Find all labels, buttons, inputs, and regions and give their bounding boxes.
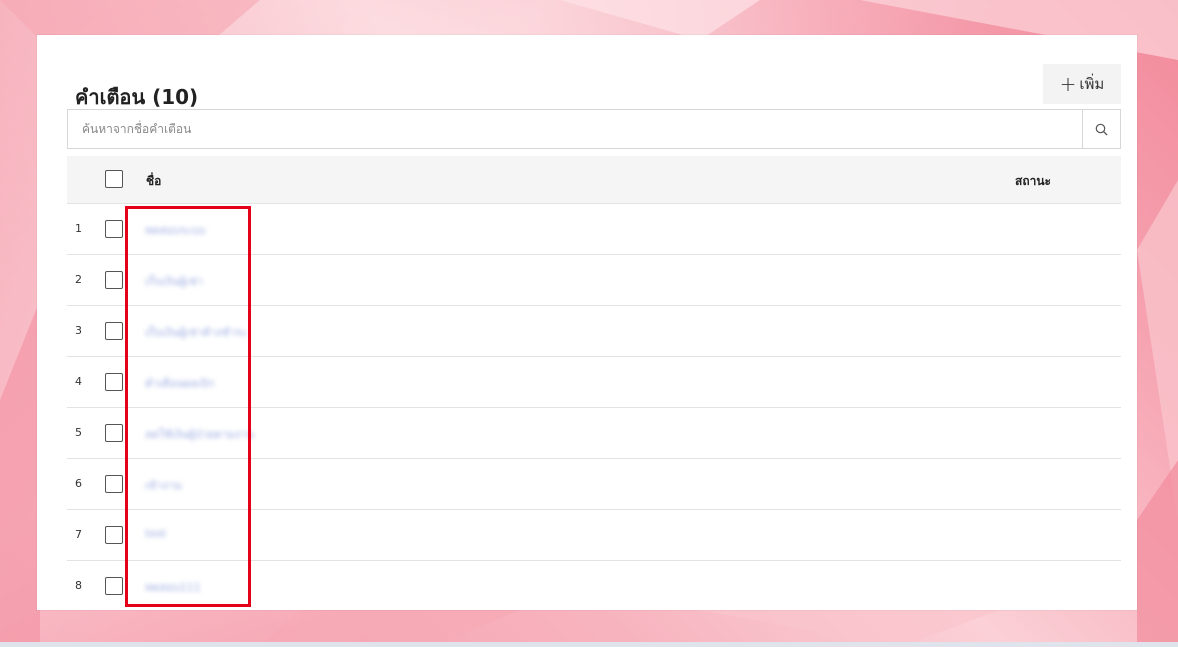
row-number: 4 [75, 375, 82, 388]
bottom-strip [0, 642, 1178, 647]
row-number: 8 [75, 579, 82, 592]
table-row: 8 ทดสอบ111 [67, 561, 1121, 612]
row-name-link[interactable]: ทดสอบ111 [145, 578, 201, 596]
row-name-link[interactable]: ลดใช้เงินผู้ป่วยตามงาน [145, 425, 254, 443]
row-number: 2 [75, 273, 82, 286]
row-checkbox[interactable] [105, 271, 123, 289]
table-row: 3 เก็บเงินผู้เช่าค้างชำระ [67, 306, 1121, 357]
select-all-checkbox[interactable] [105, 170, 123, 188]
row-checkbox[interactable] [105, 475, 123, 493]
plus-icon: + [1059, 72, 1077, 96]
table-row: 1 ทดสอบระบบ [67, 204, 1121, 255]
row-checkbox[interactable] [105, 526, 123, 544]
table-row: 4 คำเตือนผลเบิก [67, 357, 1121, 408]
row-checkbox[interactable] [105, 220, 123, 238]
row-name-link[interactable]: ทดสอบระบบ [145, 221, 205, 239]
row-number: 7 [75, 528, 82, 541]
table-row: 2 เก็บเงินผู้เช่า [67, 255, 1121, 306]
table-row: 6 เข้างาน [67, 459, 1121, 510]
search-button[interactable] [1082, 110, 1120, 148]
search-icon [1095, 123, 1108, 135]
search-bar [67, 109, 1121, 149]
column-header-status: สถานะ [1015, 174, 1051, 188]
search-input[interactable] [68, 110, 1082, 148]
row-number: 5 [75, 426, 82, 439]
warnings-card: คำเตือน (10) + เพิ่ม ชื่อ สถานะ 1 ทดสอบร… [54, 44, 1137, 610]
row-name-link[interactable]: test [145, 527, 166, 540]
row-number: 3 [75, 324, 82, 337]
row-name-link[interactable]: คำเตือนผลเบิก [145, 374, 214, 392]
row-name-link[interactable]: เก็บเงินผู้เช่าค้างชำระ [145, 323, 247, 341]
row-checkbox[interactable] [105, 373, 123, 391]
content-panel: คำเตือน (10) + เพิ่ม ชื่อ สถานะ 1 ทดสอบร… [37, 35, 1137, 610]
row-number: 1 [75, 222, 82, 235]
row-number: 6 [75, 477, 82, 490]
add-button[interactable]: + เพิ่ม [1043, 64, 1121, 104]
table-row: 5 ลดใช้เงินผู้ป่วยตามงาน [67, 408, 1121, 459]
row-checkbox[interactable] [105, 322, 123, 340]
column-header-name: ชื่อ [146, 174, 162, 188]
row-checkbox[interactable] [105, 577, 123, 595]
add-button-label: เพิ่ม [1079, 75, 1105, 93]
row-checkbox[interactable] [105, 424, 123, 442]
row-name-link[interactable]: เก็บเงินผู้เช่า [145, 272, 203, 290]
table-header: ชื่อ สถานะ [67, 156, 1121, 204]
row-name-link[interactable]: เข้างาน [145, 476, 182, 494]
table-row: 7 test [67, 510, 1121, 561]
